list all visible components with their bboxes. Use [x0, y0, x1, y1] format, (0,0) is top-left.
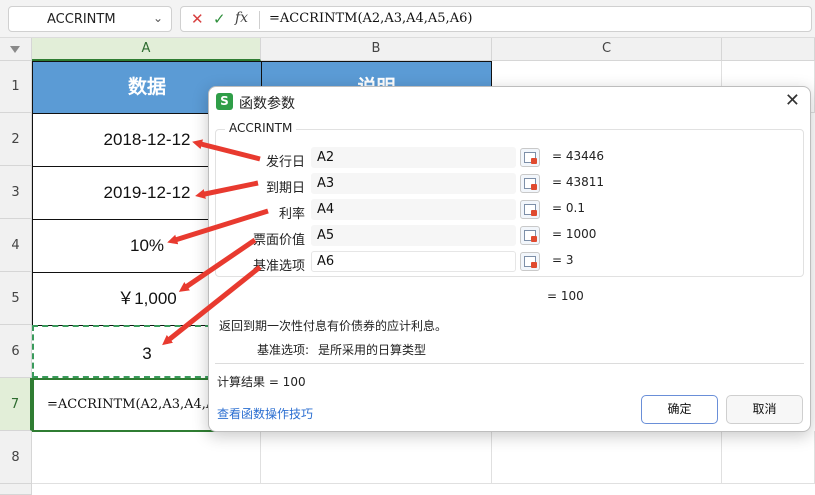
arrow-basis: [162, 265, 262, 346]
arrow-maturity: [195, 180, 259, 199]
annotation-arrows: [162, 139, 269, 346]
arrow-issue: [192, 139, 261, 162]
arrow-rate: [167, 208, 269, 245]
